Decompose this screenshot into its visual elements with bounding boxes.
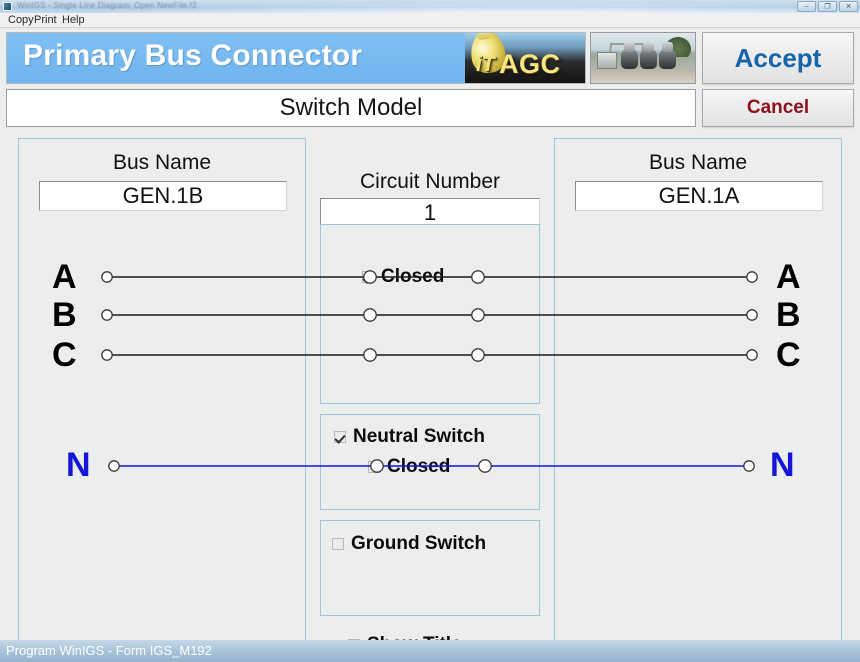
- menu-item-help[interactable]: Help: [58, 14, 89, 26]
- close-button[interactable]: ✕: [839, 1, 858, 12]
- application-window: WinIGS - Single Line Diagram: Open NewFi…: [0, 0, 860, 662]
- minimize-icon: –: [804, 3, 809, 10]
- circuit-number-heading: Circuit Number: [359, 170, 501, 193]
- photo-transformer-1: [621, 42, 638, 69]
- minimize-button[interactable]: –: [797, 1, 816, 12]
- photo-transformer-2: [640, 42, 657, 69]
- closed-checkbox-row[interactable]: Closed: [362, 266, 444, 288]
- photo-transformer-3: [659, 42, 676, 69]
- left-bus-name-input[interactable]: GEN.1B: [39, 181, 287, 211]
- close-icon: ✕: [845, 3, 852, 10]
- status-bar: Program WinIGS - Form IGS_M192: [0, 640, 860, 662]
- phase-label-left-n: N: [66, 446, 91, 484]
- substation-photo: [590, 32, 696, 84]
- window-controls: – ❐ ✕: [797, 1, 858, 12]
- logo-it-text: iT: [476, 53, 495, 76]
- page-title: Primary Bus Connector: [23, 39, 363, 72]
- neutral-closed-checkbox[interactable]: [368, 461, 380, 473]
- ground-switch-checkbox-row[interactable]: Ground Switch: [332, 533, 486, 555]
- logo-agc-text: AGC: [499, 49, 561, 79]
- right-bus-heading: Bus Name: [648, 151, 748, 174]
- maximize-button[interactable]: ❐: [818, 1, 837, 12]
- header-banner: Primary Bus Connector iT AGC: [6, 32, 586, 84]
- maximize-icon: ❐: [824, 3, 831, 10]
- accept-button[interactable]: Accept: [702, 32, 854, 84]
- menu-item-print[interactable]: Print: [30, 14, 61, 26]
- cancel-button[interactable]: Cancel: [702, 89, 854, 127]
- phase-label-left-c: C: [52, 336, 77, 374]
- photo-cabinet: [597, 52, 617, 69]
- agc-logo: iT AGC: [465, 33, 585, 83]
- phase-label-right-b: B: [776, 296, 801, 334]
- phase-label-left-b: B: [52, 296, 77, 334]
- neutral-closed-checkbox-row[interactable]: Closed: [368, 456, 450, 478]
- right-bus-name-input[interactable]: GEN.1A: [575, 181, 823, 211]
- window-titlebar[interactable]: WinIGS - Single Line Diagram: Open NewFi…: [0, 0, 860, 13]
- switch-model-field[interactable]: Switch Model: [6, 89, 696, 127]
- neutral-switch-label: Neutral Switch: [353, 426, 485, 447]
- phase-label-right-a: A: [776, 258, 801, 296]
- window-title: WinIGS - Single Line Diagram: Open NewFi…: [17, 1, 197, 10]
- closed-label: Closed: [381, 266, 445, 287]
- left-bus-heading: Bus Name: [112, 151, 212, 174]
- left-bus-panel: Bus Name GEN.1B: [18, 138, 306, 649]
- neutral-switch-checkbox-row[interactable]: Neutral Switch: [334, 426, 485, 448]
- neutral-closed-label: Closed: [387, 456, 451, 477]
- ground-switch-label: Ground Switch: [351, 533, 487, 554]
- right-bus-panel: Bus Name GEN.1A: [554, 138, 842, 649]
- photo-ground: [591, 69, 695, 83]
- app-icon: [3, 2, 12, 11]
- phase-label-right-c: C: [776, 336, 801, 374]
- phase-label-left-a: A: [52, 258, 77, 296]
- phase-switch-panel: [320, 224, 540, 404]
- neutral-switch-checkbox[interactable]: [334, 431, 346, 443]
- menu-bar: Copy Print Help: [0, 13, 860, 28]
- form-body: Primary Bus Connector iT AGC Accept Canc…: [0, 28, 860, 662]
- ground-switch-checkbox[interactable]: [332, 538, 344, 550]
- phase-label-right-n: N: [770, 446, 795, 484]
- closed-checkbox[interactable]: [362, 271, 374, 283]
